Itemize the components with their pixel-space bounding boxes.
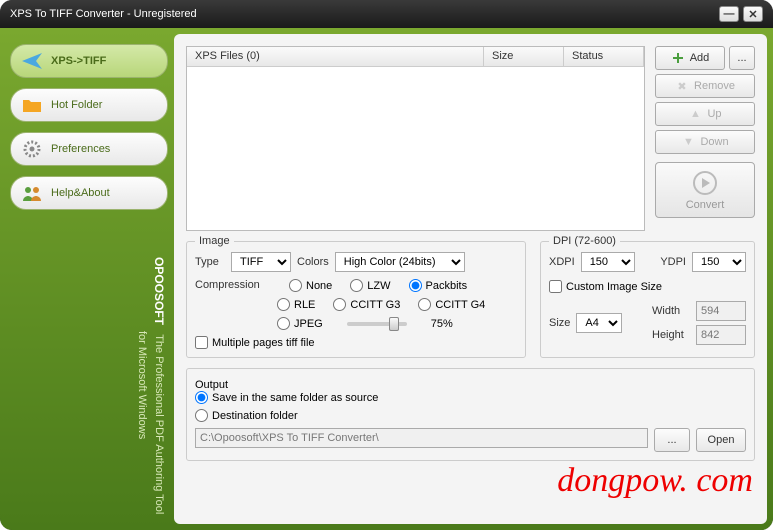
nav-xps-tiff[interactable]: XPS->TIFF [10,44,168,78]
col-size[interactable]: Size [484,47,564,66]
multipage-checkbox[interactable]: Multiple pages tiff file [195,336,517,349]
col-status[interactable]: Status [564,47,644,66]
jpeg-quality-value: 75% [431,318,453,330]
jpeg-quality-slider[interactable] [347,322,407,326]
col-files[interactable]: XPS Files (0) [187,47,484,66]
colors-select[interactable]: High Color (24bits) [335,252,465,272]
add-button[interactable]: Add [655,46,725,70]
nav-label: XPS->TIFF [51,55,106,67]
output-same-folder[interactable]: Save in the same folder as source [195,391,746,404]
type-label: Type [195,256,225,268]
browse-button[interactable]: ... [654,428,690,452]
compression-jpeg[interactable]: JPEG [277,317,323,330]
button-label: Down [700,136,728,148]
compression-label: Compression [195,279,271,292]
button-label: Up [707,108,721,120]
app-window: XPS To TIFF Converter - Unregistered — ✕… [0,0,773,530]
image-group: Image Type TIFF Colors High Color (24bit… [186,241,526,358]
compression-rle[interactable]: RLE [277,298,315,311]
nav-hot-folder[interactable]: Hot Folder [10,88,168,122]
height-field[interactable] [696,325,746,345]
width-label: Width [652,305,690,317]
minimize-button[interactable]: — [719,6,739,22]
up-button[interactable]: ▲ Up [655,102,755,126]
titlebar: XPS To TIFF Converter - Unregistered — ✕ [0,0,773,28]
remove-button[interactable]: ✖ Remove [655,74,755,98]
plus-icon [671,51,685,65]
paper-plane-icon [21,50,43,72]
play-circle-icon [692,170,718,196]
width-field[interactable] [696,301,746,321]
size-label: Size [549,317,570,329]
ydpi-label: YDPI [660,256,686,268]
colors-label: Colors [297,256,329,268]
arrow-up-icon: ▲ [688,107,702,121]
xdpi-select[interactable]: 150 [581,252,635,272]
main-panel: XPS Files (0) Size Status Add ... ✖ [174,34,767,524]
button-label: Remove [694,80,735,92]
nav-preferences[interactable]: Preferences [10,132,168,166]
xdpi-label: XDPI [549,256,575,268]
compression-lzw[interactable]: LZW [350,279,390,292]
folder-icon [21,94,43,116]
add-more-button[interactable]: ... [729,46,755,70]
size-select[interactable]: A4 [576,313,622,333]
group-title: Image [195,235,234,247]
group-title: Output [195,379,746,391]
gear-icon [21,138,43,160]
nav-label: Hot Folder [51,99,102,111]
x-icon: ✖ [675,79,689,93]
height-label: Height [652,329,690,341]
file-list[interactable]: XPS Files (0) Size Status [186,46,645,231]
sidebar-tagline: OPOOSOFT The Professional PDF Authoring … [30,257,168,514]
file-list-header: XPS Files (0) Size Status [187,47,644,67]
nav-label: Help&About [51,187,110,199]
nav-help-about[interactable]: Help&About [10,176,168,210]
sidebar: XPS->TIFF Hot Folder Preferences Help&Ab… [6,34,174,524]
group-title: DPI (72-600) [549,235,620,247]
close-button[interactable]: ✕ [743,6,763,22]
ydpi-select[interactable]: 150 [692,252,746,272]
action-column: Add ... ✖ Remove ▲ Up ▼ Down [655,46,755,231]
convert-button[interactable]: Convert [655,162,755,218]
down-button[interactable]: ▼ Down [655,130,755,154]
arrow-down-icon: ▼ [681,135,695,149]
type-select[interactable]: TIFF [231,252,291,272]
people-icon [21,182,43,204]
output-group: Output Save in the same folder as source… [186,368,755,461]
nav-label: Preferences [51,143,110,155]
custom-size-checkbox[interactable]: Custom Image Size [549,280,746,293]
dpi-group: DPI (72-600) XDPI 150 YDPI 150 Custom Im… [540,241,755,358]
button-label: Convert [686,199,725,211]
compression-ccittg3[interactable]: CCITT G3 [333,298,400,311]
output-dest-folder[interactable]: Destination folder [195,409,746,422]
button-label: Add [690,52,710,64]
compression-ccittg4[interactable]: CCITT G4 [418,298,485,311]
window-title: XPS To TIFF Converter - Unregistered [10,8,197,20]
open-button[interactable]: Open [696,428,746,452]
compression-none[interactable]: None [289,279,332,292]
compression-packbits[interactable]: Packbits [409,279,468,292]
output-path-field[interactable] [195,428,648,448]
